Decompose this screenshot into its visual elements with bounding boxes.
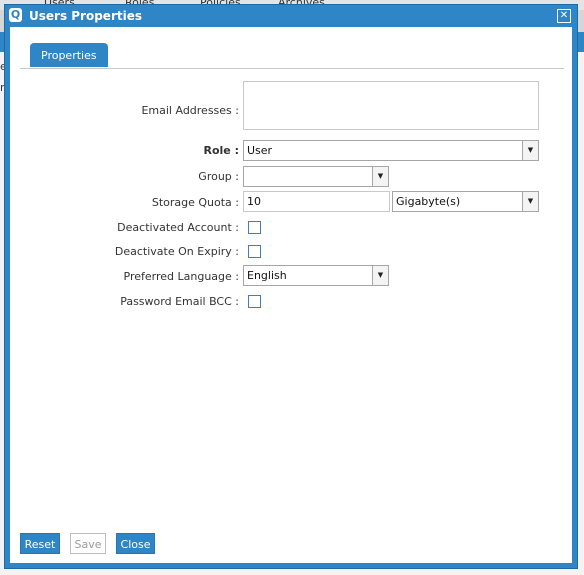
- users-properties-dialog: Q Users Properties ✕ Properties Email Ad…: [4, 4, 578, 569]
- deactivate-on-expiry-checkbox[interactable]: [248, 245, 261, 258]
- preferred-language-value: English: [247, 269, 287, 282]
- email-addresses-field[interactable]: [243, 81, 539, 130]
- storage-quota-unit-select[interactable]: Gigabyte(s) ▼: [392, 191, 539, 212]
- storage-quota-label: Storage Quota :: [151, 196, 239, 209]
- chevron-down-icon[interactable]: ▼: [372, 167, 388, 186]
- chevron-down-icon[interactable]: ▼: [522, 192, 538, 211]
- close-button[interactable]: Close: [116, 533, 155, 554]
- deactivated-account-checkbox[interactable]: [248, 221, 261, 234]
- deactivate-on-expiry-label: Deactivate On Expiry :: [114, 245, 239, 258]
- storage-quota-input[interactable]: 10: [243, 191, 390, 212]
- dialog-titlebar[interactable]: Q Users Properties ✕: [5, 5, 577, 27]
- role-select[interactable]: User ▼: [243, 140, 539, 161]
- chevron-down-icon[interactable]: ▼: [372, 266, 388, 285]
- tabstrip: Properties: [20, 39, 564, 69]
- storage-quota-unit-value: Gigabyte(s): [396, 195, 461, 208]
- app-logo-icon: Q: [9, 8, 22, 22]
- email-addresses-label: Email Addresses :: [141, 104, 239, 117]
- dialog-content: Properties Email Addresses : Role : User…: [10, 27, 572, 563]
- preferred-language-select[interactable]: English ▼: [243, 265, 389, 286]
- close-icon[interactable]: ✕: [557, 9, 571, 23]
- save-button[interactable]: Save: [70, 533, 106, 554]
- tab-properties[interactable]: Properties: [30, 43, 108, 67]
- password-email-bcc-label: Password Email BCC :: [120, 295, 239, 308]
- deactivated-account-label: Deactivated Account :: [117, 221, 239, 234]
- preferred-language-label: Preferred Language :: [123, 270, 239, 283]
- group-select[interactable]: ▼: [243, 166, 389, 187]
- role-value: User: [247, 144, 273, 157]
- role-label: Role :: [203, 144, 240, 157]
- dialog-title: Users Properties: [29, 9, 142, 23]
- group-label: Group :: [198, 170, 239, 183]
- password-email-bcc-checkbox[interactable]: [248, 295, 261, 308]
- chevron-down-icon[interactable]: ▼: [522, 141, 538, 160]
- reset-button[interactable]: Reset: [20, 533, 60, 554]
